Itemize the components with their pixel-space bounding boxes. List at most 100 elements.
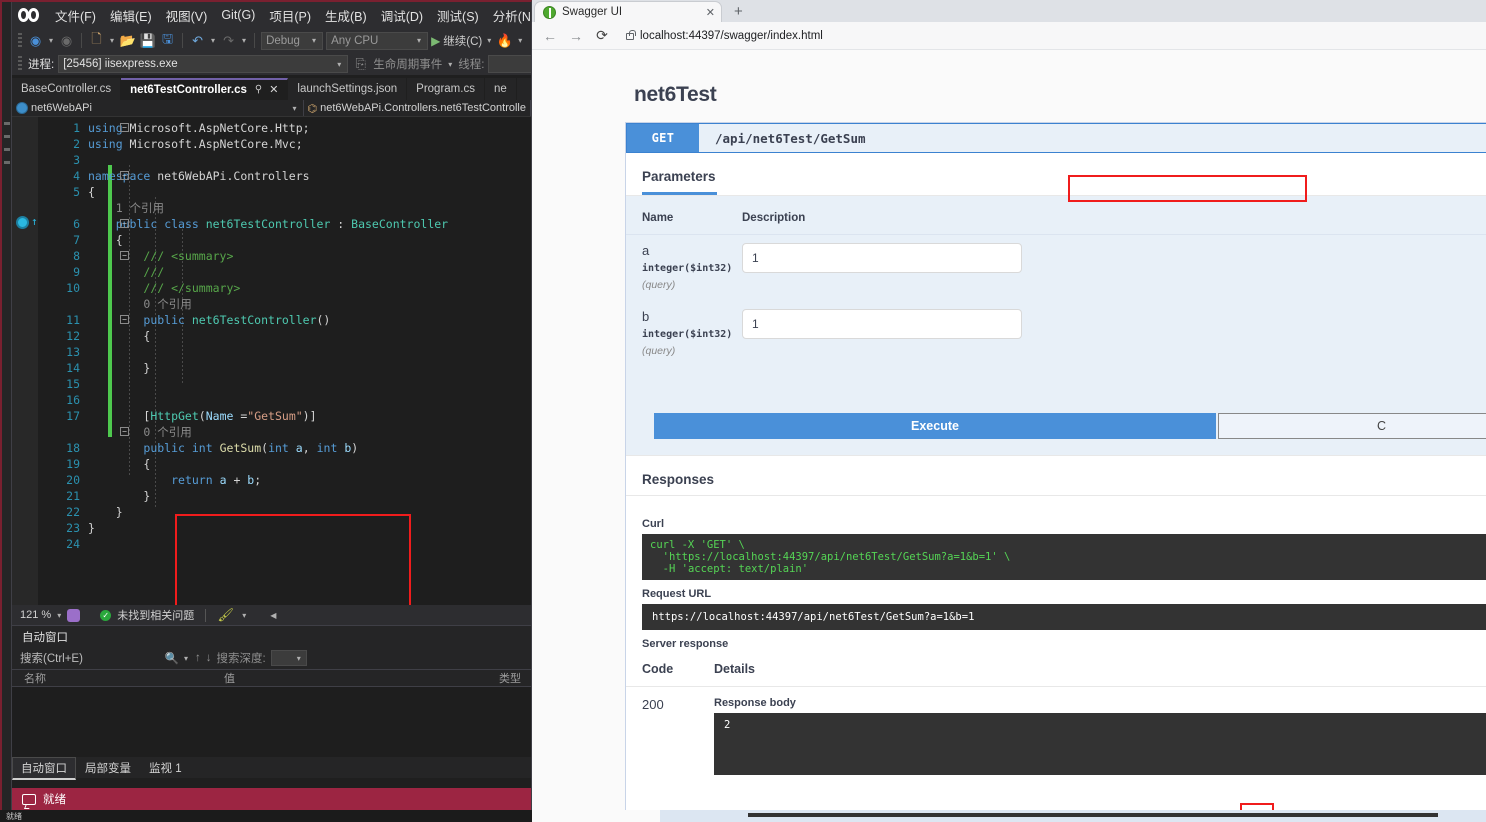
code-line[interactable]: 1 个引用 xyxy=(88,200,531,216)
curl-command-block[interactable]: curl -X 'GET' \ 'https://localhost:44397… xyxy=(642,534,1486,580)
execute-button[interactable]: Execute xyxy=(654,413,1216,439)
scroll-left-icon[interactable]: ◀ xyxy=(268,611,278,620)
response-body-block[interactable]: 2 xyxy=(714,713,1486,775)
code-line[interactable]: public int GetSum(int a, int b) xyxy=(88,440,531,456)
menu-item-view[interactable]: 视图(V) xyxy=(159,2,215,29)
tab-basecontroller[interactable]: BaseController.cs xyxy=(12,78,122,100)
code-line[interactable]: public net6TestController() xyxy=(88,312,531,328)
autos-search-input[interactable]: 搜索(Ctrl+E) 🔍 ▾ xyxy=(20,649,190,667)
tab-launchsettings[interactable]: launchSettings.json xyxy=(288,78,408,100)
toolbar-grip[interactable] xyxy=(18,56,22,72)
forward-icon[interactable]: → xyxy=(568,28,584,44)
column-header-name[interactable]: 名称 xyxy=(12,670,212,686)
fold-toggle-icon[interactable]: − xyxy=(120,219,129,228)
code-line[interactable]: } xyxy=(88,504,531,520)
menu-item-build[interactable]: 生成(B) xyxy=(318,2,374,29)
code-line[interactable]: 0 个引用 xyxy=(88,296,531,312)
new-project-icon[interactable]: 🗋 xyxy=(88,31,105,49)
undo-icon[interactable]: ↶ xyxy=(189,32,206,49)
fold-toggle-icon[interactable]: − xyxy=(120,171,129,180)
navigate-back-icon[interactable]: ◉ xyxy=(27,32,44,49)
tab-locals[interactable]: 局部变量 xyxy=(76,757,140,779)
vs-left-dock-strip[interactable] xyxy=(2,2,12,810)
code-line[interactable]: { xyxy=(88,328,531,344)
chevron-down-icon[interactable]: ▾ xyxy=(240,611,248,620)
chevron-down-icon[interactable]: ▾ xyxy=(108,36,116,45)
chevron-down-icon[interactable]: ▾ xyxy=(209,36,217,45)
chevron-down-icon[interactable]: ▾ xyxy=(446,60,454,69)
fold-toggle-icon[interactable]: − xyxy=(120,315,129,324)
save-icon[interactable]: 💾 xyxy=(139,32,156,49)
code-line[interactable]: [HttpGet(Name ="GetSum")] xyxy=(88,408,531,424)
browser-tab-swagger-ui[interactable]: Swagger UI ✕ xyxy=(534,1,722,22)
tab-net6testcontroller[interactable]: net6TestController.cs ⚲ ✕ xyxy=(121,78,289,100)
intellicode-icon[interactable] xyxy=(67,608,81,622)
chevron-down-icon[interactable]: ▾ xyxy=(182,654,190,663)
breakpoint-mapped-icon[interactable] xyxy=(16,216,29,229)
close-icon[interactable]: ✕ xyxy=(269,83,278,96)
code-line[interactable]: public class net6TestController : BaseCo… xyxy=(88,216,531,232)
navbar-project-select[interactable]: net6WebAPi ▾ xyxy=(12,100,304,116)
address-bar[interactable]: localhost:44397/swagger/index.html xyxy=(620,26,1476,46)
search-next-icon[interactable]: ↓ xyxy=(206,652,212,664)
search-previous-icon[interactable]: ↑ xyxy=(195,652,201,664)
code-line[interactable]: } xyxy=(88,520,531,536)
code-line[interactable]: return a + b; xyxy=(88,472,531,488)
code-line[interactable]: } xyxy=(88,360,531,376)
menu-item-edit[interactable]: 编辑(E) xyxy=(103,2,159,29)
tab-overflow[interactable]: ne xyxy=(485,78,517,100)
reload-icon[interactable]: ⟳ xyxy=(594,27,610,44)
process-select[interactable]: [25456] iisexpress.exe ▾ xyxy=(58,55,349,73)
code-editor[interactable]: ↑ 12345·678910·11121314151617·1819202122… xyxy=(12,117,531,605)
navbar-type-select[interactable]: ⌬ net6WebAPi.Controllers.net6TestControl… xyxy=(304,100,531,116)
code-line[interactable]: 0 个引用 xyxy=(88,424,531,440)
parameter-input-a[interactable] xyxy=(742,243,1022,273)
code-cleanup-icon[interactable]: 🖌 xyxy=(217,607,234,624)
save-all-icon[interactable]: 🖫 xyxy=(159,31,176,49)
continue-label[interactable]: 继续(C) xyxy=(443,33,482,49)
tab-program[interactable]: Program.cs xyxy=(407,78,485,100)
code-line[interactable]: /// </summary> xyxy=(88,280,531,296)
chevron-down-icon[interactable]: ▾ xyxy=(57,611,61,620)
menu-item-analyze[interactable]: 分析(N) xyxy=(486,2,531,29)
code-line[interactable] xyxy=(88,392,531,408)
chevron-down-icon[interactable]: ▾ xyxy=(240,36,248,45)
code-line[interactable]: using Microsoft.AspNetCore.Mvc; xyxy=(88,136,531,152)
code-line[interactable]: } xyxy=(88,488,531,504)
new-tab-button[interactable]: + xyxy=(722,3,753,22)
tab-autos[interactable]: 自动窗口 xyxy=(12,756,76,780)
code-text[interactable]: using Microsoft.AspNetCore.Http; using Mi… xyxy=(88,120,531,552)
code-line[interactable]: { xyxy=(88,456,531,472)
navigate-forward-icon[interactable]: ◉ xyxy=(58,32,75,49)
autos-rows-area[interactable] xyxy=(12,687,531,757)
open-file-icon[interactable]: 📂 xyxy=(119,32,136,49)
search-icon[interactable]: 🔍 xyxy=(165,651,179,665)
tab-watch1[interactable]: 监视 1 xyxy=(140,757,191,779)
lifecycle-events-icon[interactable]: ⎘ xyxy=(352,56,369,73)
redo-icon[interactable]: ↷ xyxy=(220,32,237,49)
code-line[interactable] xyxy=(88,536,531,552)
feedback-icon[interactable] xyxy=(22,793,36,805)
clear-button[interactable]: C xyxy=(1218,413,1486,439)
issues-label[interactable]: 未找到相关问题 xyxy=(117,607,194,623)
thread-select[interactable]: ▾ xyxy=(488,55,531,73)
chevron-down-icon[interactable]: ▾ xyxy=(47,36,55,45)
editor-indicator-margin[interactable] xyxy=(12,117,38,605)
code-line[interactable] xyxy=(88,344,531,360)
code-line[interactable]: { xyxy=(88,184,531,200)
search-depth-select[interactable]: ▾ xyxy=(270,650,307,666)
code-line[interactable]: namespace net6WebAPi.Controllers xyxy=(88,168,531,184)
chevron-down-icon[interactable]: ▾ xyxy=(516,36,524,45)
code-line[interactable]: { xyxy=(88,232,531,248)
pin-icon[interactable]: ⚲ xyxy=(255,84,262,95)
code-line[interactable]: using Microsoft.AspNetCore.Http; xyxy=(88,120,531,136)
menu-item-git[interactable]: Git(G) xyxy=(214,4,262,26)
platform-select[interactable]: Any CPU ▾ xyxy=(326,31,429,50)
close-icon[interactable]: ✕ xyxy=(700,6,715,19)
build-configuration-select[interactable]: Debug ▾ xyxy=(261,31,324,50)
menu-item-debug[interactable]: 调试(D) xyxy=(374,2,430,29)
code-line[interactable] xyxy=(88,376,531,392)
parameter-input-b[interactable] xyxy=(742,309,1022,339)
operation-header[interactable]: GET /api/net6Test/GetSum xyxy=(626,123,1486,153)
column-header-value[interactable]: 值 xyxy=(212,670,487,686)
